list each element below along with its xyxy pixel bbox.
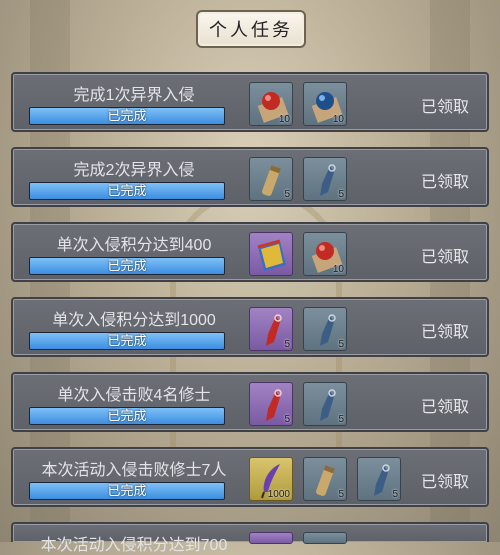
reward-count: 5	[338, 489, 344, 500]
reward-slot[interactable]: 5	[303, 457, 347, 501]
status-claimed[interactable]: 已领取	[421, 168, 469, 192]
progress-bar: 已完成	[29, 182, 225, 200]
reward-count: 5	[284, 189, 290, 200]
page-title: 个人任务	[196, 10, 306, 48]
task-row: 完成1次异界入侵 已完成 10 10 已领取	[11, 72, 489, 132]
reward-count: 10	[332, 264, 344, 275]
status-claimed[interactable]: 已领取	[421, 243, 469, 267]
progress-label: 已完成	[107, 183, 147, 198]
task-row: 单次入侵击败4名修士 已完成 5 5 已领取	[11, 372, 489, 432]
reward-slot[interactable]	[303, 532, 347, 544]
task-name: 本次活动入侵积分达到700	[40, 537, 228, 554]
progress-label: 已完成	[107, 108, 147, 123]
reward-count: 1000	[267, 489, 290, 500]
progress-label: 已完成	[107, 483, 147, 498]
reward-slot[interactable]: 5	[303, 382, 347, 426]
task-row: 完成2次异界入侵 已完成 5 5 已领取	[11, 147, 489, 207]
progress-bar: 已完成	[29, 107, 225, 125]
progress-bar: 已完成	[29, 257, 225, 275]
reward-slot[interactable]: 5	[303, 307, 347, 351]
reward-count: 5	[392, 489, 398, 500]
reward-slot[interactable]	[249, 232, 293, 276]
task-row: 单次入侵积分达到1000 已完成 5 5 已领取	[11, 297, 489, 357]
reward-count: 5	[284, 414, 290, 425]
task-name: 单次入侵积分达到400	[56, 237, 212, 254]
reward-slot[interactable]: 5	[249, 307, 293, 351]
reward-slot[interactable]: 5	[249, 157, 293, 201]
status-claimed[interactable]: 已领取	[421, 93, 469, 117]
task-name: 本次活动入侵击败修士7人	[41, 462, 227, 479]
reward-count: 5	[284, 339, 290, 350]
progress-bar: 已完成	[29, 407, 225, 425]
reward-slot[interactable]: 10	[249, 82, 293, 126]
task-row: 单次入侵积分达到400 已完成 10 已领取	[11, 222, 489, 282]
status-claimed[interactable]: 已领取	[421, 318, 469, 342]
reward-count: 10	[278, 114, 290, 125]
task-name: 完成1次异界入侵	[73, 87, 195, 104]
reward-count: 5	[338, 339, 344, 350]
progress-bar: 已完成	[29, 332, 225, 350]
reward-count: 5	[338, 414, 344, 425]
status-claimed[interactable]: 已领取	[421, 393, 469, 417]
status-claimed[interactable]: 已领取	[421, 468, 469, 492]
reward-count: 10	[332, 114, 344, 125]
reward-slot[interactable]: 10	[303, 82, 347, 126]
task-row: 本次活动入侵击败修士7人 已完成 1000 5 5 已领取	[11, 447, 489, 507]
reward-slot[interactable]: 10	[303, 232, 347, 276]
progress-label: 已完成	[107, 408, 147, 423]
reward-count: 5	[338, 189, 344, 200]
reward-slot[interactable]: 5	[249, 382, 293, 426]
task-row: 本次活动入侵积分达到700	[11, 522, 489, 554]
progress-label: 已完成	[107, 333, 147, 348]
task-name: 单次入侵击败4名修士	[57, 387, 211, 404]
reward-slot[interactable]: 5	[303, 157, 347, 201]
task-name: 单次入侵积分达到1000	[52, 312, 216, 329]
reward-slot[interactable]: 1000	[249, 457, 293, 501]
progress-bar: 已完成	[29, 482, 225, 500]
task-name: 完成2次异界入侵	[73, 162, 195, 179]
progress-label: 已完成	[107, 258, 147, 273]
reward-slot[interactable]	[249, 532, 293, 544]
reward-slot[interactable]: 5	[357, 457, 401, 501]
